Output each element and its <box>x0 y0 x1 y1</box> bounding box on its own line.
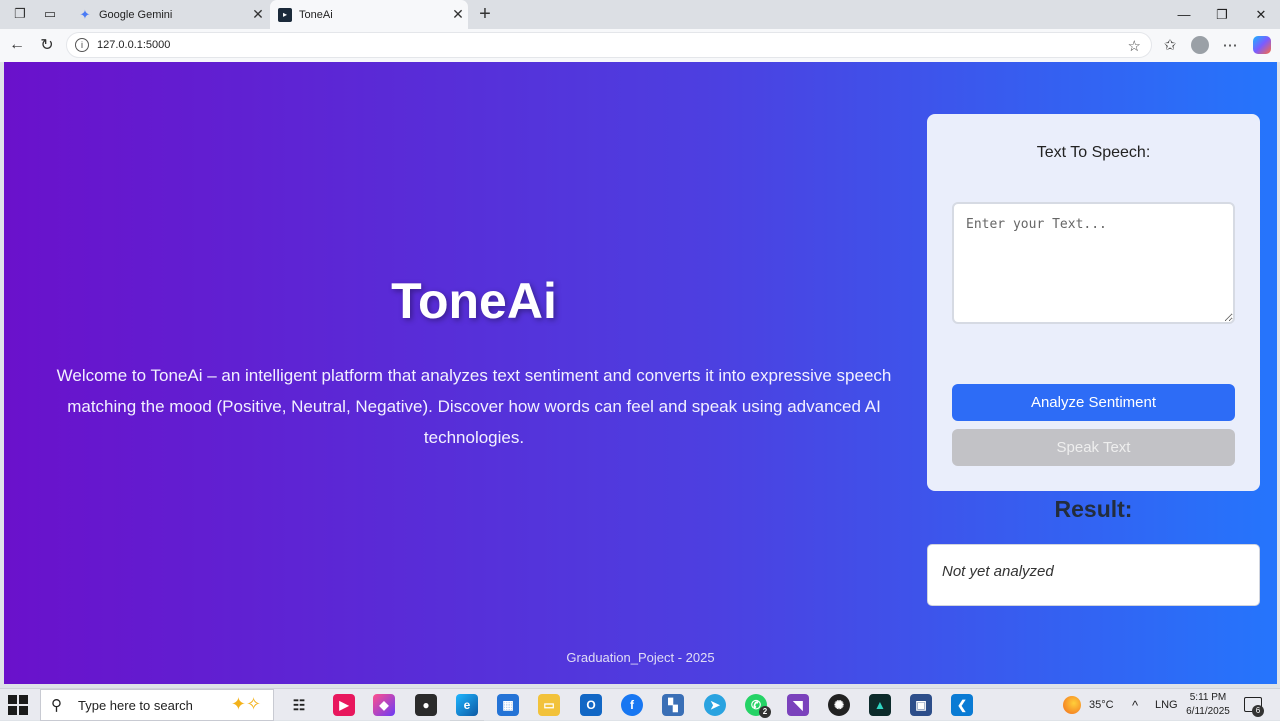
app-generic-icon[interactable]: ▚ <box>662 694 684 716</box>
tab-title: Google Gemini <box>99 8 173 21</box>
app-media-icon[interactable]: ▶ <box>333 694 355 716</box>
page-viewport: ToneAi Welcome to ToneAi – an intelligen… <box>4 62 1277 684</box>
back-button[interactable]: ← <box>5 34 29 56</box>
url-text: 127.0.0.1:5000 <box>97 39 171 51</box>
avatar <box>1191 36 1209 54</box>
language-indicator[interactable]: LNG <box>1155 689 1178 721</box>
clock-date: 6/11/2025 <box>1186 706 1230 717</box>
clock-time: 5:11 PM <box>1189 692 1227 703</box>
search-highlight-icon: ✦✧ <box>230 694 262 714</box>
minimize-button[interactable]: — <box>1165 0 1203 29</box>
app-telegram-icon[interactable]: ➤ <box>704 694 726 716</box>
weather-temp: 35°C <box>1089 699 1114 711</box>
footer-text: Graduation_Poject - 2025 <box>566 650 715 665</box>
taskbar-clock[interactable]: 5:11 PM 6/11/2025 <box>1180 691 1236 719</box>
start-button[interactable] <box>8 695 28 715</box>
tab-actions-icon[interactable]: ▭ <box>40 5 60 23</box>
weather-sun-icon <box>1063 696 1081 714</box>
app-edge-icon[interactable]: e <box>450 689 484 721</box>
text-input[interactable] <box>952 202 1235 324</box>
browser-tab-bar: ❐ ▭ ✦ Google Gemini ✕ ▸ ToneAi ✕ + — ❐ ✕ <box>0 0 1280 29</box>
close-tab-icon[interactable]: ✕ <box>248 6 268 23</box>
copilot-button[interactable] <box>1250 34 1274 56</box>
app-pycharm-icon[interactable]: ▲ <box>869 694 891 716</box>
favorite-star-icon[interactable]: ☆ <box>1128 37 1141 55</box>
browser-toolbar: ← ↻ i 127.0.0.1:5000 ☆ ✩ ⋯ <box>0 29 1280 62</box>
app-copilot-icon[interactable]: ◆ <box>373 694 395 716</box>
result-output: Not yet analyzed <box>927 544 1260 606</box>
more-options-icon[interactable]: ⋯ <box>1218 34 1242 56</box>
toneai-favicon-icon: ▸ <box>278 7 292 22</box>
result-title: Result: <box>1054 496 1133 522</box>
tab-toneai[interactable]: ▸ ToneAi ✕ <box>270 0 468 29</box>
app-chatgpt-icon[interactable]: ✺ <box>828 694 850 716</box>
analyze-sentiment-button[interactable]: Analyze Sentiment <box>952 384 1235 421</box>
app-outlook-icon[interactable]: O <box>580 694 602 716</box>
close-tab-icon[interactable]: ✕ <box>448 6 468 23</box>
tts-panel: Text To Speech: Analyze Sentiment Speak … <box>927 114 1260 491</box>
workspaces-icon[interactable]: ❐ <box>10 5 30 23</box>
copilot-icon <box>1253 36 1271 54</box>
tab-google-gemini[interactable]: ✦ Google Gemini ✕ <box>70 0 268 29</box>
taskbar-search[interactable]: ⚲ Type here to search ✦✧ <box>40 689 274 721</box>
app-explorer-icon[interactable]: ▭ <box>538 694 560 716</box>
hero-section: ToneAi Welcome to ToneAi – an intelligen… <box>4 62 944 662</box>
task-view-icon[interactable]: ☷ <box>288 694 310 716</box>
app-facebook-icon[interactable]: f <box>621 694 643 716</box>
site-info-icon[interactable]: i <box>75 38 89 52</box>
app-whatsapp-icon[interactable]: ✆ 2 <box>745 694 771 718</box>
taskbar: ⚲ Type here to search ✦✧ ☷ ▶ ◆ ● e ▦ ▭ O… <box>0 688 1280 721</box>
notification-badge: 6 <box>1252 705 1264 717</box>
favorites-icon[interactable]: ✩ <box>1158 34 1182 56</box>
refresh-button[interactable]: ↻ <box>35 34 59 56</box>
app-visual-studio-icon[interactable]: ◥ <box>787 694 809 716</box>
speak-text-button[interactable]: Speak Text <box>952 429 1235 466</box>
weather-widget[interactable]: 35°C <box>1063 689 1114 721</box>
tray-overflow-icon[interactable]: ^ <box>1132 689 1138 721</box>
app-vscode-icon[interactable]: ❮ <box>951 694 973 716</box>
app-recorder-icon[interactable]: ● <box>415 694 437 716</box>
panel-title: Text To Speech: <box>1036 144 1151 161</box>
whatsapp-badge: 2 <box>759 706 771 718</box>
new-tab-button[interactable]: + <box>474 3 496 25</box>
hero-title: ToneAi <box>391 273 557 329</box>
profile-button[interactable] <box>1188 34 1212 56</box>
search-placeholder: Type here to search <box>78 697 193 713</box>
app-virtualbox-icon[interactable]: ▣ <box>910 694 932 716</box>
maximize-button[interactable]: ❐ <box>1203 0 1241 29</box>
app-store-icon[interactable]: ▦ <box>497 694 519 716</box>
search-icon: ⚲ <box>51 697 62 714</box>
gemini-icon: ✦ <box>79 6 91 22</box>
address-bar[interactable]: i 127.0.0.1:5000 ☆ <box>66 32 1152 58</box>
close-window-button[interactable]: ✕ <box>1242 0 1280 29</box>
tab-title: ToneAi <box>299 8 333 21</box>
hero-description: Welcome to ToneAi – an intelligent platf… <box>56 366 892 447</box>
